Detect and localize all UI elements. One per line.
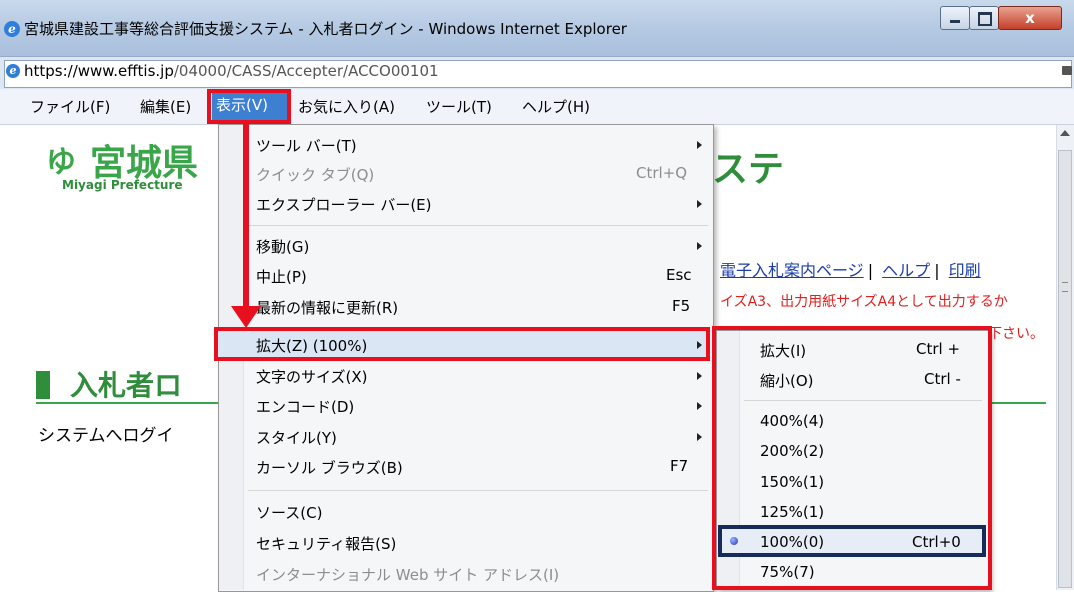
shortcut-zoom-in: Ctrl + — [916, 340, 961, 358]
zoom-item-200[interactable]: 200%(2) — [760, 442, 824, 460]
annotation-arrow-head-icon — [231, 306, 261, 328]
view-menu-item-encoding[interactable]: エンコード(D) — [256, 396, 354, 417]
url-text[interactable]: https://www.efftis.jp/04000/CASS/Accepte… — [24, 62, 439, 80]
submenu-arrow-icon — [697, 200, 702, 208]
view-menu-item-stop[interactable]: 中止(P) — [256, 266, 307, 287]
close-icon: x — [1025, 9, 1035, 27]
prefecture-logo-subtext: Miyagi Prefecture — [62, 178, 183, 192]
scroll-up-icon[interactable] — [1060, 130, 1070, 136]
submenu-arrow-icon — [697, 372, 702, 380]
submenu-arrow-icon — [697, 341, 702, 349]
view-menu-item-toolbars[interactable]: ツール バー(T) — [256, 135, 357, 156]
view-menu-item-refresh[interactable]: 最新の情報に更新(R) — [256, 297, 398, 318]
zoom-item-100[interactable]: 100%(0) — [760, 533, 824, 551]
view-menu-item-quick-tabs[interactable]: クイック タブ(Q) — [256, 164, 374, 185]
view-menu-item-source[interactable]: ソース(C) — [256, 502, 322, 523]
menu-edit[interactable]: 編集(E) — [140, 96, 191, 117]
menu-help[interactable]: ヘルプ(H) — [522, 96, 590, 117]
scroll-grip-icon — [1062, 282, 1068, 292]
link-separator: | — [934, 261, 940, 280]
link-e-bid-guide[interactable]: 電子入札案内ページ — [720, 261, 864, 280]
scroll-thumb[interactable] — [1058, 150, 1072, 588]
zoom-item-150[interactable]: 150%(1) — [760, 473, 824, 491]
view-menu-item-go-to[interactable]: 移動(G) — [256, 236, 309, 257]
window-title: 宮城県建設工事等総合評価支援システム - 入札者ログイン - Windows I… — [24, 20, 627, 38]
menu-view-annotation-box — [207, 89, 291, 124]
menu-file[interactable]: ファイル(F) — [30, 96, 110, 117]
section-marker — [36, 371, 50, 399]
view-menu-item-text-size[interactable]: 文字のサイズ(X) — [256, 366, 368, 387]
view-menu-item-explorer-bars[interactable]: エクスプローラー バー(E) — [256, 194, 432, 215]
shortcut-stop: Esc — [666, 266, 692, 284]
minimize-icon — [950, 20, 960, 23]
login-description: システムへログイ — [38, 426, 174, 446]
submenu-arrow-icon — [697, 402, 702, 410]
maximize-button[interactable] — [969, 6, 999, 30]
page-title: ステ — [712, 149, 785, 190]
print-notice: イズA3、出力用紙サイズA4として出力するか — [720, 294, 1008, 310]
link-print[interactable]: 印刷 — [949, 261, 981, 280]
view-menu-item-international-address[interactable]: インターナショナル Web サイト アドレス(I) — [256, 564, 559, 585]
link-separator: | — [867, 261, 874, 280]
menu-separator — [744, 400, 982, 401]
prefecture-logo-icon: ゆ — [46, 145, 76, 180]
menu-favorites[interactable]: お気に入り(A) — [298, 96, 395, 117]
shortcut-caret-browsing: F7 — [670, 457, 689, 475]
url-host: https://www.efftis.jp — [24, 62, 174, 80]
zoom-item-75[interactable]: 75%(7) — [760, 563, 815, 581]
submenu-arrow-icon — [697, 242, 702, 250]
close-button[interactable]: x — [998, 6, 1062, 30]
shortcut-zoom-reset: Ctrl+0 — [912, 533, 961, 551]
print-notice-2: 下さい。 — [988, 326, 1044, 342]
zoom-item-zoom-out[interactable]: 縮小(O) — [760, 370, 814, 391]
view-menu-item-security-report[interactable]: セキュリティ報告(S) — [256, 533, 396, 554]
view-menu-item-caret-browsing[interactable]: カーソル ブラウズ(B) — [256, 457, 403, 478]
zoom-item-zoom-in[interactable]: 拡大(I) — [760, 340, 806, 361]
menu-separator — [248, 490, 708, 491]
nav-links: 電子入札案内ページ | ヘルプ | 印刷 — [720, 257, 981, 281]
link-help[interactable]: ヘルプ — [882, 261, 930, 280]
page-ie-icon: e — [6, 64, 20, 78]
lock-icon[interactable] — [1062, 66, 1072, 75]
submenu-arrow-icon — [697, 141, 702, 149]
shortcut-quick-tabs: Ctrl+Q — [636, 164, 688, 182]
section-title: 入札者ロ — [70, 369, 183, 402]
menu-separator — [248, 225, 708, 226]
annotation-arrow-shaft — [243, 124, 249, 310]
zoom-item-400[interactable]: 400%(4) — [760, 412, 824, 430]
menu-tools[interactable]: ツール(T) — [426, 96, 492, 117]
shortcut-refresh: F5 — [672, 297, 691, 315]
shortcut-zoom-out: Ctrl - — [924, 370, 961, 388]
zoom-item-125[interactable]: 125%(1) — [760, 503, 824, 521]
view-menu-item-zoom[interactable]: 拡大(Z) (100%) — [256, 335, 367, 356]
minimize-button[interactable] — [940, 6, 970, 30]
url-path: /04000/CASS/Accepter/ACCO00101 — [173, 62, 439, 80]
submenu-arrow-icon — [697, 433, 702, 441]
view-menu-item-style[interactable]: スタイル(Y) — [256, 427, 337, 448]
maximize-icon — [978, 12, 992, 26]
ie-logo-icon: e — [4, 21, 20, 37]
